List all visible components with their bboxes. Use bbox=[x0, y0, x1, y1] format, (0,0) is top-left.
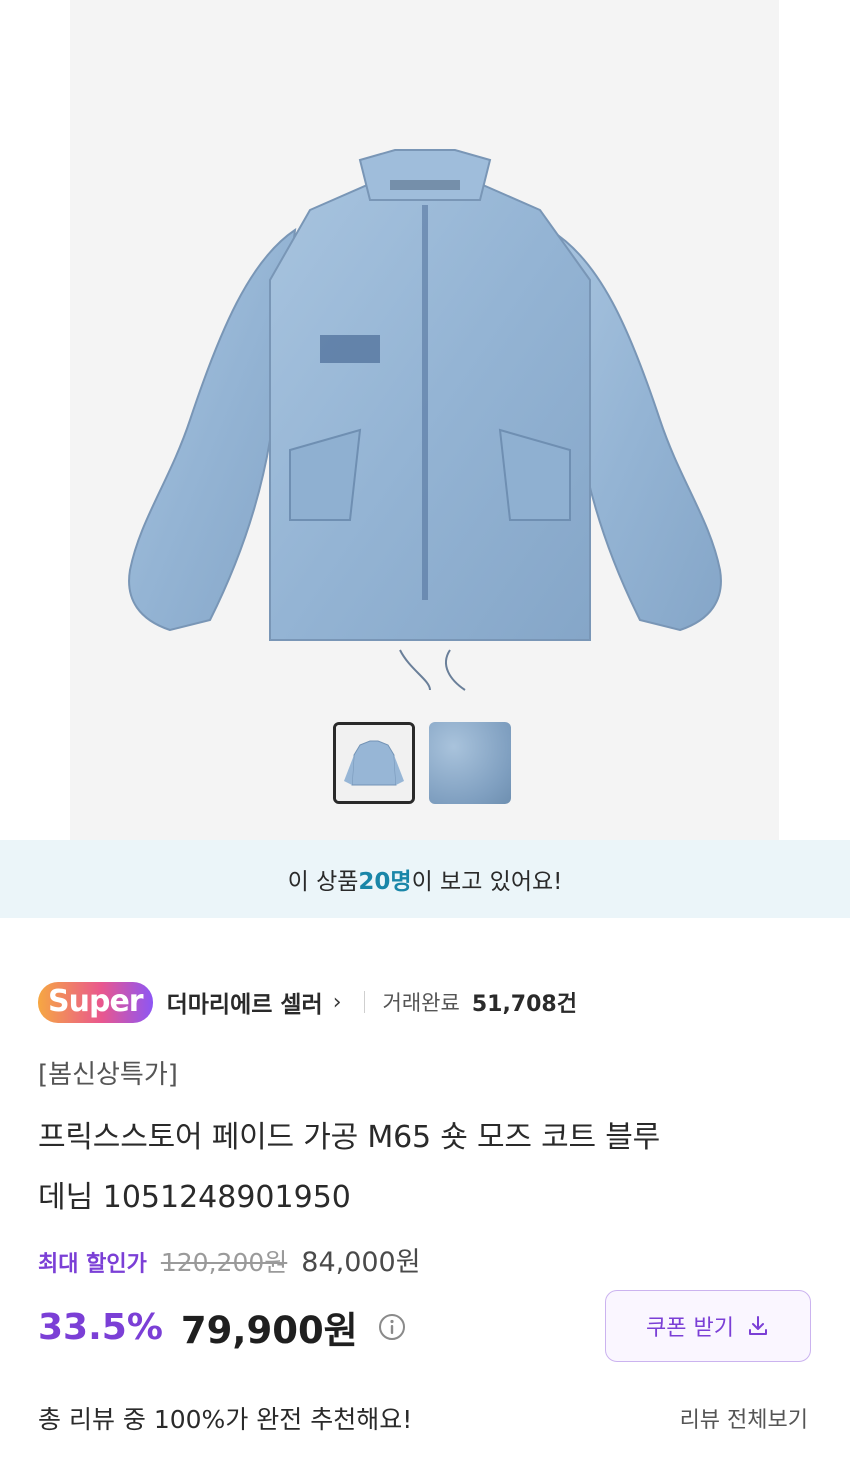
trade-complete-count: 51,708건 bbox=[471, 992, 577, 1017]
super-seller-badge: Super bbox=[38, 981, 153, 1023]
thumbnail-strip bbox=[333, 722, 511, 804]
product-title-line2: 데님 1051248901950 bbox=[38, 1180, 351, 1215]
original-price: 120,200원 bbox=[160, 1248, 288, 1277]
viewers-prefix: 이 상품 bbox=[287, 869, 359, 895]
download-icon bbox=[748, 1316, 767, 1335]
final-price: 79,900원 bbox=[180, 1309, 358, 1352]
divider bbox=[363, 991, 365, 1013]
coupon-label: 쿠폰 받기 bbox=[646, 1316, 734, 1341]
thumbnail-jacket-front[interactable] bbox=[333, 722, 415, 804]
max-discount-label: 최대 할인가 bbox=[38, 1252, 147, 1277]
seller-info-row: Super 더마리에르 셀러 › 거래완료 51,708건 bbox=[38, 978, 577, 1026]
review-summary: 총 리뷰 중 100%가 완전 추천해요! bbox=[38, 1405, 413, 1434]
chevron-right-icon[interactable]: › bbox=[333, 990, 342, 1015]
trade-complete-label: 거래완료 bbox=[382, 991, 460, 1015]
thumbnail-fabric-closeup[interactable] bbox=[429, 722, 511, 804]
product-image-area bbox=[0, 0, 850, 840]
seller-name-link[interactable]: 더마리에르 셀러 bbox=[167, 985, 323, 1019]
viewers-banner: 이 상품 20명 이 보고 있어요! bbox=[0, 840, 850, 918]
product-title-line1: 프릭스스토어 페이드 가공 M65 숏 모즈 코트 블루 bbox=[38, 1120, 661, 1155]
view-all-reviews-link[interactable]: 리뷰 전체보기 bbox=[680, 1402, 808, 1434]
product-main-image[interactable] bbox=[70, 0, 779, 700]
viewers-count: 20명 bbox=[358, 869, 412, 895]
info-icon[interactable] bbox=[378, 1313, 406, 1341]
coupon-download-button[interactable]: 쿠폰 받기 bbox=[605, 1290, 811, 1362]
sale-price: 84,000원 bbox=[301, 1247, 421, 1278]
discount-row: 최대 할인가 120,200원 84,000원 bbox=[38, 1240, 421, 1279]
promo-tag: [봄신상특가] bbox=[38, 1060, 178, 1090]
final-price-row: 33.5% 79,900원 bbox=[38, 1300, 406, 1354]
discount-percent: 33.5% bbox=[38, 1306, 163, 1348]
thumbnail-jacket-image bbox=[336, 725, 412, 801]
viewers-suffix: 이 보고 있어요! bbox=[411, 869, 563, 895]
